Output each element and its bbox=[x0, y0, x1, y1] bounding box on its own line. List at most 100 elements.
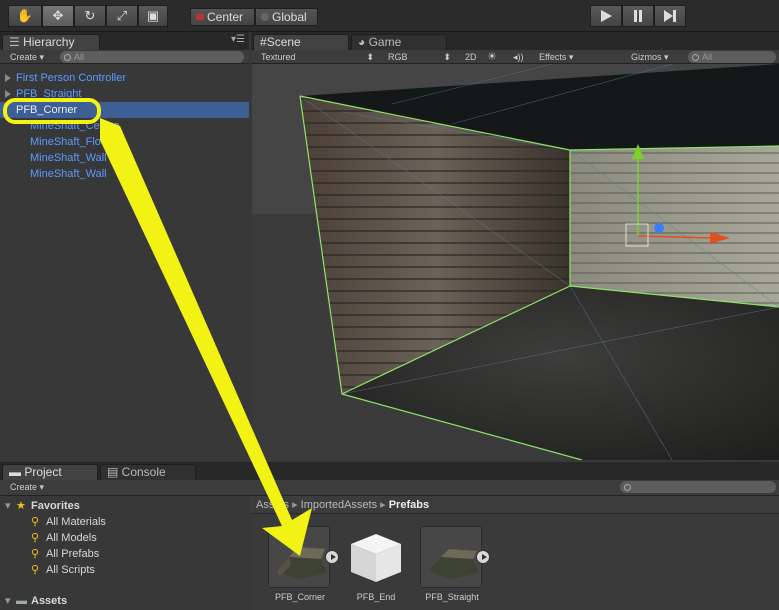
panel-menu-icon[interactable]: ▾☰ bbox=[231, 34, 245, 45]
hierarchy-item-selected[interactable]: PFB_Corner bbox=[0, 102, 249, 118]
effects-label: Effects bbox=[539, 52, 567, 62]
favorite-item[interactable]: ⚲ All Prefabs bbox=[0, 546, 249, 562]
hierarchy-icon: ☰ bbox=[9, 35, 24, 49]
collapse-arrow-icon[interactable]: ▾ bbox=[5, 593, 11, 609]
rotate-icon[interactable]: ↻ bbox=[74, 5, 106, 27]
folder-icon: ▬ bbox=[9, 465, 25, 479]
hierarchy-item-label: PFB_Straight bbox=[16, 88, 82, 100]
collapse-arrow-icon[interactable]: ▾ bbox=[5, 498, 11, 514]
project-tabstrip: ▬ Project ▤ Console bbox=[0, 462, 779, 480]
pivot-center-toggle[interactable]: Center bbox=[190, 8, 255, 26]
hierarchy-panel: First Person Controller PFB_Straight PFB… bbox=[0, 64, 249, 460]
hand-icon[interactable]: ✋ bbox=[8, 5, 42, 27]
favorite-item[interactable]: ⚲ All Models bbox=[0, 530, 249, 546]
move-icon[interactable]: ✥ bbox=[42, 5, 74, 27]
step-icon bbox=[664, 10, 676, 22]
console-tab-label: Console bbox=[121, 465, 166, 479]
pacman-icon: ◕ bbox=[358, 35, 369, 49]
search-icon: ⚲ bbox=[31, 564, 40, 576]
rect-icon[interactable]: ▣ bbox=[138, 5, 168, 27]
project-search-input[interactable] bbox=[620, 481, 776, 493]
scene-search-input[interactable]: All bbox=[688, 51, 776, 63]
favorites-header[interactable]: ▾ ★ Favorites bbox=[0, 498, 249, 514]
hierarchy-item[interactable]: MineShaft_Wall bbox=[0, 150, 249, 166]
tab-console[interactable]: ▤ Console bbox=[100, 464, 196, 480]
tab-scene[interactable]: #Scene bbox=[253, 34, 349, 50]
favorite-label: All Scripts bbox=[46, 564, 95, 576]
effects-dropdown[interactable]: Effects ▾ bbox=[539, 51, 573, 63]
prefab-preview-icon bbox=[277, 547, 327, 579]
hierarchy-tabstrip: ☰ Hierarchy ▾☰ bbox=[0, 32, 249, 50]
hierarchy-item-label: MineShaft_Ceiling bbox=[30, 120, 120, 132]
asset-name: PFB_Straight bbox=[425, 592, 479, 602]
asset-name: PFB_Corner bbox=[274, 592, 326, 602]
assets-label: Assets bbox=[31, 595, 68, 607]
hierarchy-create-label: Create bbox=[10, 52, 38, 62]
render-mode-label: RGB bbox=[388, 52, 408, 62]
asset-thumbnail[interactable] bbox=[268, 526, 330, 588]
pause-icon bbox=[634, 10, 642, 22]
hierarchy-item-label: MineShaft_Wall bbox=[30, 168, 107, 180]
step-button[interactable] bbox=[654, 5, 686, 27]
main-toolbar: ✋ ✥ ↻ ⤢ ▣ Center Global bbox=[0, 0, 779, 32]
gizmos-dropdown[interactable]: Gizmos ▾ bbox=[631, 51, 669, 63]
folder-icon: ▬ bbox=[16, 595, 27, 607]
play-icon bbox=[601, 10, 612, 22]
hierarchy-tab-label: Hierarchy bbox=[23, 35, 75, 49]
space-global-toggle[interactable]: Global bbox=[255, 8, 318, 26]
project-subbar: Create ▾ bbox=[0, 480, 779, 496]
scene-subbar: Textured ⬍ RGB ⬍ 2D ☀ ◂)) Effects ▾ Gizmos… bbox=[251, 50, 779, 64]
render-mode-dropdown[interactable]: RGB ⬍ bbox=[388, 51, 453, 63]
tab-project[interactable]: ▬ Project bbox=[2, 464, 98, 480]
assets-folder[interactable]: ▾ ▬ Assets bbox=[0, 593, 249, 609]
favorite-label: All Prefabs bbox=[46, 548, 100, 560]
project-create-dropdown[interactable]: Create ▾ bbox=[10, 481, 44, 493]
scale-icon[interactable]: ⤢ bbox=[106, 5, 138, 27]
audio-toggle-icon[interactable]: ◂)) bbox=[513, 51, 524, 63]
breadcrumb-item-current[interactable]: Prefabs bbox=[389, 499, 429, 511]
hierarchy-search-input[interactable]: All bbox=[60, 51, 244, 63]
favorite-item[interactable]: ⚲ All Materials bbox=[0, 514, 249, 530]
shading-label: Textured bbox=[261, 52, 296, 62]
project-assets-panel: Assets ▸ ImportedAssets ▸ Prefabs PFB_Co… bbox=[250, 496, 779, 610]
2d-toggle[interactable]: 2D bbox=[465, 51, 477, 63]
gizmos-label: Gizmos bbox=[631, 52, 662, 62]
cube-icon bbox=[351, 534, 401, 582]
breadcrumb: Assets ▸ ImportedAssets ▸ Prefabs bbox=[250, 496, 779, 514]
light-toggle-icon[interactable]: ☀ bbox=[487, 51, 497, 63]
asset-name: PFB_End bbox=[356, 592, 396, 602]
pause-button[interactable] bbox=[622, 5, 654, 27]
asset-thumbnail[interactable] bbox=[345, 526, 407, 588]
search-icon: ⚲ bbox=[31, 548, 40, 560]
asset-thumbnail[interactable] bbox=[420, 526, 482, 588]
hierarchy-item[interactable]: MineShaft_Wall bbox=[0, 166, 249, 182]
expand-arrow-icon[interactable] bbox=[5, 74, 11, 82]
hierarchy-item[interactable]: PFB_Straight bbox=[0, 86, 249, 102]
breadcrumb-item[interactable]: Assets bbox=[256, 499, 289, 511]
pivot-icon bbox=[196, 14, 204, 20]
tab-game[interactable]: ◕ Game bbox=[351, 34, 447, 50]
hierarchy-item-label: First Person Controller bbox=[16, 72, 127, 84]
hierarchy-item[interactable]: MineShaft_Floor bbox=[0, 134, 249, 150]
expand-arrow-icon[interactable] bbox=[5, 90, 11, 98]
globe-icon bbox=[261, 13, 269, 21]
favorite-item[interactable]: ⚲ All Scripts bbox=[0, 562, 249, 578]
hierarchy-item[interactable]: First Person Controller bbox=[0, 70, 249, 86]
project-folders-panel: ▾ ★ Favorites ⚲ All Materials ⚲ All Mode… bbox=[0, 496, 249, 610]
project-tab-label: Project bbox=[24, 465, 62, 479]
tab-hierarchy[interactable]: ☰ Hierarchy bbox=[2, 34, 100, 50]
prefab-preview-icon bbox=[429, 549, 479, 579]
expand-prefab-button[interactable] bbox=[476, 550, 490, 564]
scene-render bbox=[252, 64, 779, 460]
hierarchy-item[interactable]: MineShaft_Ceiling bbox=[0, 118, 249, 134]
favorites-label: Favorites bbox=[31, 500, 80, 512]
breadcrumb-item[interactable]: ImportedAssets bbox=[301, 499, 377, 511]
hierarchy-create-dropdown[interactable]: Create ▾ bbox=[10, 51, 44, 63]
play-button[interactable] bbox=[590, 5, 622, 27]
hierarchy-item-label: PFB_Corner bbox=[16, 104, 78, 116]
scene-tabstrip: #Scene ◕ Game bbox=[251, 32, 779, 50]
shading-dropdown[interactable]: Textured ⬍ bbox=[261, 51, 376, 63]
scene-tab-label: Scene bbox=[266, 35, 301, 49]
expand-prefab-button[interactable] bbox=[325, 550, 339, 564]
scene-view[interactable] bbox=[252, 64, 779, 460]
